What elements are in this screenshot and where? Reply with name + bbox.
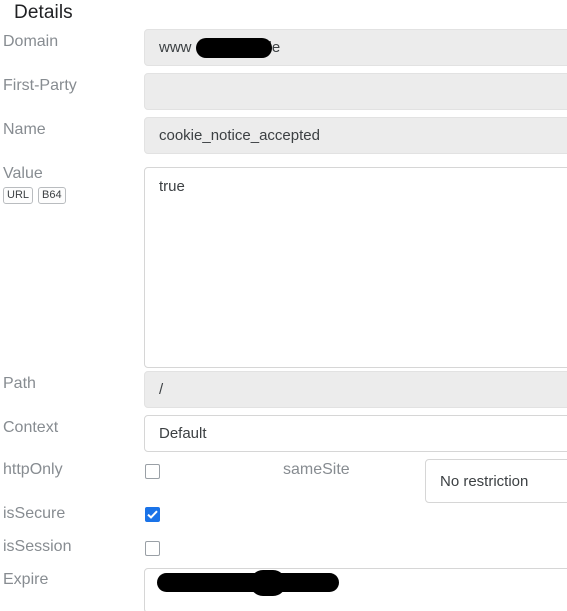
cookie-details-panel: Details Domain wwwde First-Party Name co…	[0, 0, 567, 611]
label-name: Name	[3, 121, 46, 138]
label-http-only: httpOnly	[3, 461, 63, 478]
is-secure-checkbox[interactable]	[145, 507, 160, 522]
label-first-party: First-Party	[3, 77, 77, 94]
label-path: Path	[3, 375, 36, 392]
checkmark-icon	[147, 510, 158, 519]
is-session-checkbox[interactable]	[145, 541, 160, 556]
domain-redaction-mark	[196, 38, 272, 58]
label-is-session: isSession	[3, 538, 72, 555]
name-value: cookie_notice_accepted	[159, 127, 320, 144]
expire-redaction-mark-overlap	[250, 570, 286, 596]
expire-redaction-mark	[157, 573, 339, 592]
http-only-checkbox[interactable]	[145, 464, 160, 479]
url-encode-button[interactable]: URL	[3, 187, 34, 204]
path-value: /	[159, 381, 164, 398]
domain-value-prefix: www	[159, 39, 192, 56]
name-input[interactable]: cookie_notice_accepted	[144, 117, 567, 154]
label-expire: Expire	[3, 571, 49, 588]
label-context: Context	[3, 419, 59, 436]
context-input[interactable]: Default	[144, 415, 567, 452]
page-title: Details	[14, 2, 73, 23]
value-encoder-buttons: URL B64	[3, 187, 66, 204]
value-textarea[interactable]: true	[144, 167, 567, 368]
label-domain: Domain	[3, 33, 59, 50]
label-is-secure: isSecure	[3, 505, 66, 522]
label-value: Value	[3, 165, 43, 182]
context-value: Default	[159, 425, 207, 442]
path-input[interactable]: /	[144, 371, 567, 408]
label-same-site: sameSite	[283, 461, 350, 478]
first-party-input[interactable]	[144, 73, 567, 110]
same-site-select[interactable]: No restriction	[425, 459, 567, 503]
value-text: true	[159, 178, 185, 195]
base64-encode-button[interactable]: B64	[38, 187, 66, 204]
same-site-value: No restriction	[440, 472, 529, 490]
